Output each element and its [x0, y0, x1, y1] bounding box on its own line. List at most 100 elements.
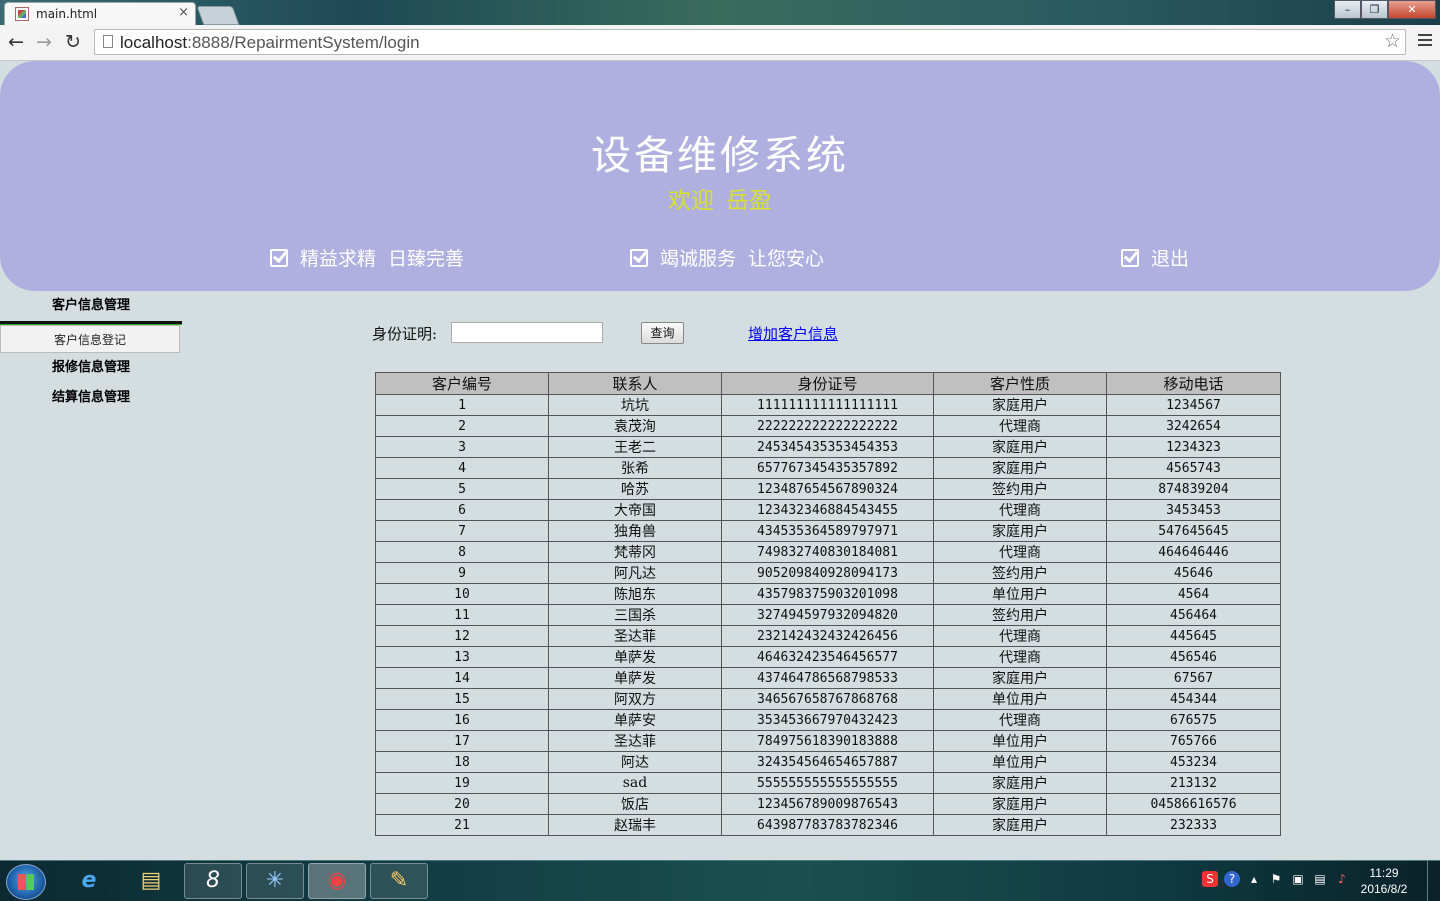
cell-idcard: 435798375903201098 [721, 583, 934, 605]
cell-phone: 4565743 [1106, 457, 1281, 479]
tray-expand-icon[interactable]: ▴ [1246, 871, 1262, 887]
explorer-taskbar-icon[interactable]: ▤ [122, 863, 180, 899]
show-desktop-button[interactable] [1427, 861, 1440, 901]
cell-id: 7 [375, 520, 549, 542]
cell-contact: 坑坑 [548, 394, 722, 416]
cell-id: 6 [375, 499, 549, 521]
table-row: 2 袁茂洵 222222222222222222 代理商 3242654 [375, 415, 1281, 437]
cell-id: 15 [375, 688, 549, 710]
tab-close-icon[interactable]: × [178, 5, 189, 20]
mysql-taskbar-icon[interactable]: ✳ [246, 863, 304, 899]
table-row: 15 阿双方 346567658767868768 单位用户 454344 [375, 688, 1281, 710]
network-icon[interactable]: ▤ [1312, 871, 1328, 887]
system-title: 设备维修系统 [591, 133, 849, 179]
browser-tab[interactable]: main.html × [4, 2, 196, 25]
col-header-id: 客户编号 [375, 372, 549, 395]
sogou-ime-icon[interactable]: S [1202, 871, 1218, 887]
device-icon[interactable]: ▣ [1290, 871, 1306, 887]
id-search-label: 身份证明: [372, 325, 438, 343]
cell-phone: 454344 [1106, 688, 1281, 710]
sidebar-item-repair-mgmt[interactable]: 报修信息管理 [0, 353, 182, 383]
cell-contact: 圣达菲 [548, 625, 722, 647]
cell-phone: 1234323 [1106, 436, 1281, 458]
cell-idcard: 905209840928094173 [721, 562, 934, 584]
cell-phone: 45646 [1106, 562, 1281, 584]
cell-phone: 765766 [1106, 730, 1281, 752]
eclipse-taskbar-icon[interactable]: 8 [184, 863, 242, 899]
cell-type: 代理商 [933, 646, 1107, 668]
chrome-taskbar-icon[interactable]: ◉ [308, 863, 366, 899]
table-row: 18 阿达 324354564654657887 单位用户 453234 [375, 751, 1281, 773]
cell-contact: 阿凡达 [548, 562, 722, 584]
table-row: 17 圣达菲 784975618390183888 单位用户 765766 [375, 730, 1281, 752]
cell-id: 16 [375, 709, 549, 731]
cell-phone: 676575 [1106, 709, 1281, 731]
minimize-button[interactable]: – [1334, 0, 1361, 19]
cell-type: 单位用户 [933, 730, 1107, 752]
cell-phone: 232333 [1106, 814, 1281, 836]
checkbox-icon [270, 248, 288, 267]
cell-contact: 陈旭东 [548, 583, 722, 605]
slogan-1-b: 日臻完善 [388, 248, 465, 270]
address-bar[interactable]: localhost:8888/RepairmentSystem/login ☆ [94, 29, 1406, 55]
query-button[interactable]: 查询 [641, 322, 684, 344]
cell-id: 21 [375, 814, 549, 836]
cell-type: 家庭用户 [933, 436, 1107, 458]
cell-idcard: 657767345435357892 [721, 457, 934, 479]
new-tab-button[interactable] [196, 6, 240, 25]
slogan-2-b: 让您安心 [748, 248, 825, 270]
clock-time: 11:29 [1369, 866, 1399, 880]
close-window-button[interactable]: ✕ [1388, 0, 1436, 19]
cell-type: 家庭用户 [933, 520, 1107, 542]
cell-id: 17 [375, 730, 549, 752]
cell-type: 家庭用户 [933, 394, 1107, 416]
reload-icon[interactable]: ↻ [65, 31, 81, 53]
slogan-2: 竭诚服务 让您安心 [630, 244, 824, 271]
table-row: 20 饭店 123456789009876543 家庭用户 04586616576 [375, 793, 1281, 815]
cell-id: 3 [375, 436, 549, 458]
volume-muted-icon[interactable]: ♪ [1334, 871, 1350, 887]
back-arrow-icon[interactable]: ← [8, 31, 24, 53]
url-host: localhost [120, 33, 188, 52]
table-row: 3 王老二 245345435353454353 家庭用户 1234323 [375, 436, 1281, 458]
paint-taskbar-icon[interactable]: ✎ [370, 863, 428, 899]
col-header-idcard: 身份证号 [721, 372, 934, 395]
cell-id: 5 [375, 478, 549, 500]
cell-contact: 独角兽 [548, 520, 722, 542]
welcome-word: 欢迎 [668, 188, 714, 214]
cell-id: 9 [375, 562, 549, 584]
action-center-icon[interactable]: ⚑ [1268, 871, 1284, 887]
logout-label: 退出 [1151, 248, 1190, 270]
cell-type: 签约用户 [933, 478, 1107, 500]
browser-menu-icon[interactable] [1418, 34, 1432, 46]
ie-taskbar-icon[interactable]: e [60, 863, 118, 899]
sidebar-item-customer-mgmt[interactable]: 客户信息管理 [0, 291, 182, 321]
logout-link[interactable]: 退出 [1121, 244, 1189, 271]
sidebar-item-customer-register[interactable]: 客户信息登记 [0, 325, 180, 353]
restore-button[interactable]: ❐ [1361, 0, 1388, 19]
bookmark-star-icon[interactable]: ☆ [1384, 30, 1401, 52]
cell-phone: 3453453 [1106, 499, 1281, 521]
id-search-input[interactable] [451, 322, 603, 343]
cell-phone: 453234 [1106, 751, 1281, 773]
forward-arrow-icon[interactable]: → [36, 31, 52, 53]
cell-phone: 1234567 [1106, 394, 1281, 416]
table-body: 1 坑坑 111111111111111111 家庭用户 1234567 2 袁茂洵 2222… [375, 394, 1281, 836]
page-icon [103, 35, 113, 48]
col-header-contact: 联系人 [548, 372, 722, 395]
system-tray: S ? ▴ ⚑ ▣ ▤ ♪ [1202, 871, 1350, 887]
cell-type: 单位用户 [933, 583, 1107, 605]
start-button[interactable] [6, 864, 46, 900]
cell-id: 8 [375, 541, 549, 563]
sidebar-item-settlement-mgmt[interactable]: 结算信息管理 [0, 383, 182, 413]
cell-type: 家庭用户 [933, 814, 1107, 836]
cell-type: 家庭用户 [933, 772, 1107, 794]
help-icon[interactable]: ? [1224, 871, 1240, 887]
table-row: 8 梵蒂冈 749832740830184081 代理商 464646446 [375, 541, 1281, 563]
cell-contact: 三国杀 [548, 604, 722, 626]
cell-id: 19 [375, 772, 549, 794]
table-row: 12 圣达菲 232142432432426456 代理商 445645 [375, 625, 1281, 647]
site-header: 设备维修系统 欢迎 岳盈 精益求精 日臻完善 竭诚服务 让您安心 退出 [0, 61, 1440, 291]
taskbar-clock[interactable]: 11:29 2016/8/2 [1354, 865, 1414, 897]
add-customer-link[interactable]: 增加客户信息 [748, 323, 838, 344]
